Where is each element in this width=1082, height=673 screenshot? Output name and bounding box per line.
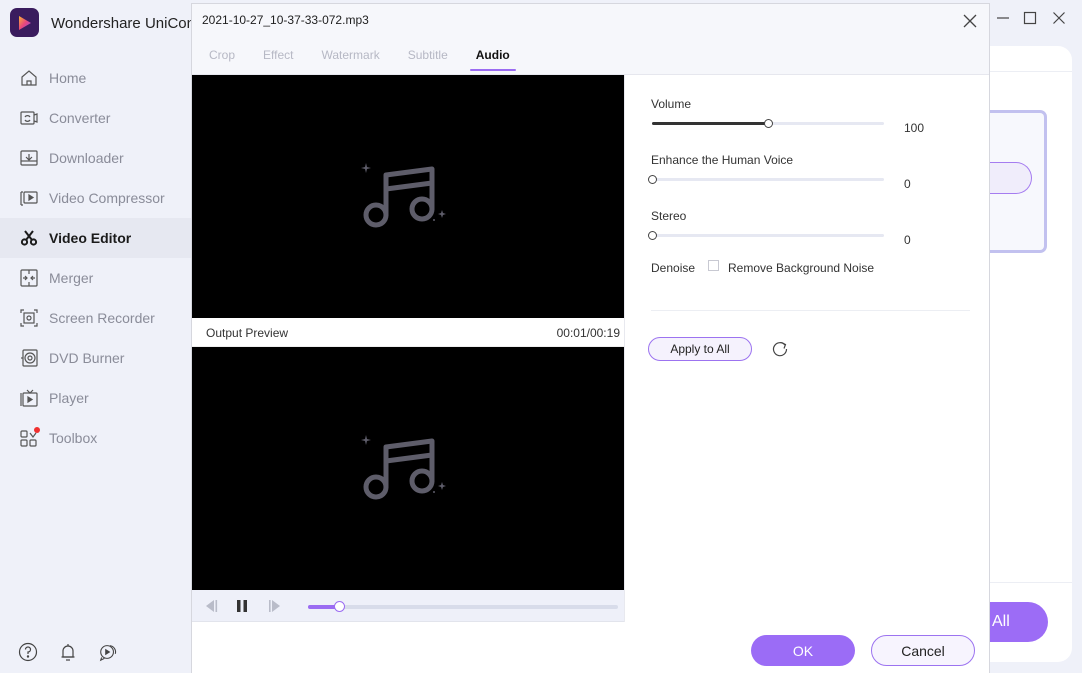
enhance-voice-value: 0 bbox=[904, 177, 911, 191]
output-preview bbox=[192, 347, 624, 590]
dialog-close-button[interactable] bbox=[961, 12, 979, 30]
remove-background-noise-label[interactable]: Remove Background Noise bbox=[728, 261, 874, 275]
app-logo bbox=[10, 8, 39, 37]
pause-icon bbox=[237, 600, 247, 612]
downloader-icon bbox=[19, 148, 39, 168]
sidebar-item-player[interactable]: Player bbox=[0, 378, 192, 418]
home-icon bbox=[19, 68, 39, 88]
tab-watermark[interactable]: Watermark bbox=[321, 48, 379, 72]
tab-subtitle[interactable]: Subtitle bbox=[408, 48, 448, 72]
help-icon[interactable] bbox=[18, 641, 38, 663]
stereo-slider[interactable] bbox=[648, 231, 884, 240]
audio-settings-panel: Volume 100 Enhance the Human Voice 0 Ste… bbox=[625, 75, 990, 622]
seek-thumb[interactable] bbox=[334, 601, 345, 612]
volume-label: Volume bbox=[651, 97, 692, 111]
sidebar-item-label: Screen Recorder bbox=[49, 310, 155, 326]
merger-icon bbox=[19, 268, 39, 288]
reset-button[interactable] bbox=[771, 340, 789, 358]
sidebar-item-label: DVD Burner bbox=[49, 350, 125, 366]
toolbox-icon bbox=[19, 427, 40, 448]
next-frame-button[interactable] bbox=[266, 598, 284, 614]
sidebar-item-label: Home bbox=[49, 70, 87, 86]
seek-slider[interactable] bbox=[308, 601, 618, 612]
sidebar-item-dvd-burner[interactable]: DVD Burner bbox=[0, 338, 192, 378]
minimize-icon[interactable] bbox=[993, 8, 1013, 28]
divider bbox=[990, 71, 1072, 72]
tab-crop[interactable]: Crop bbox=[209, 48, 235, 72]
sidebar-item-video-editor[interactable]: Video Editor bbox=[0, 218, 192, 258]
dialog-header: 2021-10-27_10-37-33-072.mp3 Crop Effect … bbox=[192, 4, 989, 75]
volume-slider[interactable] bbox=[652, 119, 884, 128]
output-preview-bar: Output Preview 00:01/00:19 bbox=[192, 318, 624, 347]
ok-button[interactable]: OK bbox=[751, 635, 855, 666]
sidebar: Wondershare UniConverter Home Converter … bbox=[0, 0, 192, 673]
music-note-icon bbox=[361, 162, 446, 227]
output-preview-label: Output Preview bbox=[206, 326, 289, 340]
step-back-icon bbox=[206, 600, 218, 612]
sidebar-item-label: Downloader bbox=[49, 150, 124, 166]
player-icon bbox=[19, 388, 39, 408]
stereo-thumb[interactable] bbox=[648, 231, 657, 240]
stereo-value: 0 bbox=[904, 233, 911, 247]
sidebar-bottom-icons bbox=[18, 641, 118, 663]
remove-background-noise-checkbox[interactable] bbox=[708, 260, 719, 271]
background-add-files-button[interactable] bbox=[990, 162, 1032, 194]
notification-badge bbox=[34, 427, 40, 433]
cancel-button[interactable]: Cancel bbox=[871, 635, 975, 666]
video-editor-dialog: 2021-10-27_10-37-33-072.mp3 Crop Effect … bbox=[191, 3, 990, 673]
bell-icon[interactable] bbox=[58, 641, 78, 663]
volume-fill bbox=[652, 122, 768, 125]
sidebar-item-video-compressor[interactable]: Video Compressor bbox=[0, 178, 192, 218]
player-controls bbox=[192, 590, 624, 622]
divider bbox=[990, 582, 1072, 583]
stereo-label: Stereo bbox=[651, 209, 687, 223]
app-title: Wondershare UniConverter bbox=[51, 15, 191, 32]
sidebar-item-merger[interactable]: Merger bbox=[0, 258, 192, 298]
video-compressor-icon bbox=[19, 188, 39, 208]
original-preview bbox=[192, 75, 624, 318]
sidebar-item-downloader[interactable]: Downloader bbox=[0, 138, 192, 178]
pause-button[interactable] bbox=[233, 598, 251, 614]
sidebar-item-home[interactable]: Home bbox=[0, 58, 192, 98]
sidebar-item-label: Toolbox bbox=[49, 430, 98, 446]
sidebar-item-label: Converter bbox=[49, 110, 111, 126]
converter-icon bbox=[19, 108, 39, 128]
dialog-title: 2021-10-27_10-37-33-072.mp3 bbox=[202, 13, 369, 27]
sidebar-item-label: Video Editor bbox=[49, 230, 132, 246]
previous-frame-button[interactable] bbox=[202, 598, 220, 614]
playback-time: 00:01/00:19 bbox=[556, 326, 620, 340]
volume-thumb[interactable] bbox=[764, 119, 773, 128]
tab-effect[interactable]: Effect bbox=[263, 48, 293, 72]
sidebar-item-label: Video Compressor bbox=[49, 190, 165, 206]
denoise-label: Denoise bbox=[651, 261, 696, 275]
divider bbox=[651, 310, 970, 311]
feedback-icon[interactable] bbox=[98, 641, 118, 663]
refresh-icon bbox=[772, 341, 788, 357]
step-forward-icon bbox=[269, 600, 280, 612]
sidebar-item-screen-recorder[interactable]: Screen Recorder bbox=[0, 298, 192, 338]
music-note-icon bbox=[361, 434, 446, 499]
sidebar-item-label: Player bbox=[49, 390, 89, 406]
dvd-icon bbox=[19, 348, 39, 368]
sidebar-item-label: Merger bbox=[49, 270, 94, 286]
enhance-voice-label: Enhance the Human Voice bbox=[651, 153, 794, 167]
screen-recorder-icon bbox=[19, 308, 39, 328]
sidebar-item-converter[interactable]: Converter bbox=[0, 98, 192, 138]
sidebar-item-toolbox[interactable]: Toolbox bbox=[0, 418, 192, 458]
tab-audio[interactable]: Audio bbox=[469, 48, 516, 72]
scissors-icon bbox=[19, 228, 39, 248]
close-icon[interactable] bbox=[1049, 8, 1069, 28]
volume-value: 100 bbox=[904, 121, 925, 135]
maximize-icon[interactable] bbox=[1020, 8, 1040, 28]
background-convert-all-button[interactable]: All bbox=[990, 602, 1048, 642]
sidebar-nav: Home Converter Downloader Video Compress… bbox=[0, 58, 192, 458]
apply-to-all-button[interactable]: Apply to All bbox=[648, 337, 752, 361]
close-icon bbox=[963, 14, 977, 28]
editor-tabs: Crop Effect Watermark Subtitle Audio bbox=[209, 48, 538, 72]
enhance-voice-slider[interactable] bbox=[648, 175, 884, 184]
enhance-voice-thumb[interactable] bbox=[648, 175, 657, 184]
window-controls bbox=[990, 8, 1082, 28]
